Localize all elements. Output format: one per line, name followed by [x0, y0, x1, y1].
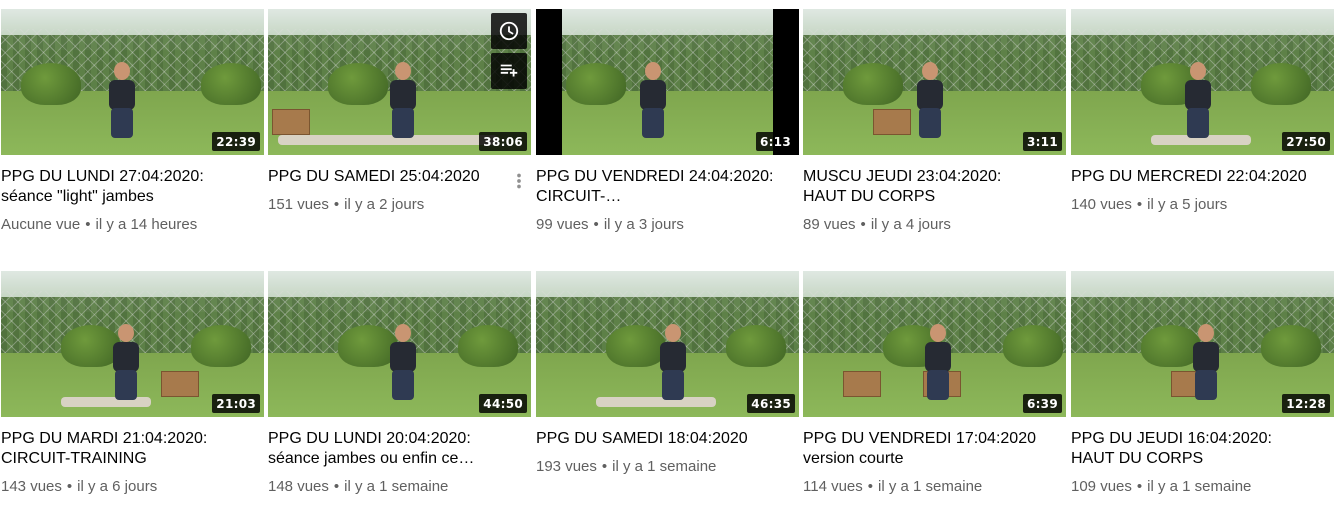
video-title[interactable]: PPG DU LUNDI 27:04:2020: séance "light" …	[1, 167, 264, 207]
video-metadata: 89 vues • il y a 4 jours	[803, 215, 1066, 235]
video-thumbnail[interactable]: 21:03	[1, 271, 264, 417]
video-duration: 22:39	[212, 132, 260, 151]
video-metadata: 114 vues • il y a 1 semaine	[803, 477, 1066, 497]
separator-dot: •	[333, 196, 340, 213]
video-title[interactable]: PPG DU SAMEDI 18:04:2020	[536, 429, 799, 449]
separator-dot: •	[867, 478, 874, 495]
view-count: 99 vues	[536, 216, 589, 233]
video-card[interactable]: 12:28 PPG DU JEUDI 16:04:2020: HAUT DU CO…	[1071, 271, 1334, 497]
more-vert-icon	[517, 173, 521, 189]
view-count: 89 vues	[803, 216, 856, 233]
video-thumbnail[interactable]: 6:13	[536, 9, 799, 155]
upload-age: il y a 2 jours	[344, 196, 425, 213]
view-count: 148 vues	[268, 478, 329, 495]
upload-age: il y a 3 jours	[603, 216, 684, 233]
video-thumbnail[interactable]: 46:35	[536, 271, 799, 417]
video-card[interactable]: 6:39 PPG DU VENDREDI 17:04:2020 version c…	[803, 271, 1066, 497]
watch-later-button[interactable]	[491, 13, 527, 49]
video-thumbnail[interactable]: 38:06	[268, 9, 531, 155]
video-thumbnail[interactable]: 12:28	[1071, 271, 1334, 417]
video-duration: 6:39	[1022, 394, 1062, 413]
video-title[interactable]: PPG DU VENDREDI 17:04:2020 version court…	[803, 429, 1066, 469]
video-thumbnail[interactable]: 6:39	[803, 271, 1066, 417]
video-card[interactable]: 44:50 PPG DU LUNDI 20:04:2020: séance jam…	[268, 271, 531, 497]
upload-age: il y a 14 heures	[95, 216, 198, 233]
action-menu-button[interactable]	[507, 167, 531, 195]
separator-dot: •	[593, 216, 599, 233]
video-metadata: 140 vues • il y a 5 jours	[1071, 195, 1334, 215]
video-duration: 12:28	[1282, 394, 1330, 413]
separator-dot: •	[860, 216, 866, 233]
video-title[interactable]: PPG DU LUNDI 20:04:2020: séance jambes o…	[268, 429, 531, 469]
video-duration: 27:50	[1282, 132, 1330, 151]
video-title[interactable]: PPG DU VENDREDI 24:04:2020: CIRCUIT-…	[536, 167, 799, 207]
video-duration: 3:11	[1022, 132, 1062, 151]
separator-dot: •	[66, 478, 73, 495]
upload-age: il y a 1 semaine	[1147, 478, 1252, 495]
video-duration: 46:35	[747, 394, 795, 413]
video-duration: 44:50	[479, 394, 527, 413]
video-thumbnail[interactable]: 3:11	[803, 9, 1066, 155]
separator-dot: •	[601, 458, 608, 475]
upload-age: il y a 5 jours	[1147, 196, 1228, 213]
video-metadata: 151 vues • il y a 2 jours	[268, 195, 531, 215]
video-card[interactable]: 22:39 PPG DU LUNDI 27:04:2020: séance "li…	[1, 9, 264, 235]
video-thumbnail[interactable]: 27:50	[1071, 9, 1334, 155]
video-metadata: Aucune vue • il y a 14 heures	[1, 215, 264, 235]
video-card[interactable]: 21:03 PPG DU MARDI 21:04:2020: CIRCUIT-TR…	[1, 271, 264, 497]
separator-dot: •	[85, 216, 91, 233]
video-title[interactable]: PPG DU JEUDI 16:04:2020: HAUT DU CORPS	[1071, 429, 1334, 469]
upload-age: il y a 1 semaine	[878, 478, 983, 495]
view-count: 109 vues	[1071, 478, 1132, 495]
video-grid: 22:39 PPG DU LUNDI 27:04:2020: séance "li…	[0, 0, 1336, 529]
view-count: 193 vues	[536, 458, 597, 475]
video-metadata: 193 vues • il y a 1 semaine	[536, 457, 799, 477]
clock-icon	[499, 21, 519, 41]
video-metadata: 99 vues • il y a 3 jours	[536, 215, 799, 235]
upload-age: il y a 4 jours	[870, 216, 951, 233]
upload-age: il y a 1 semaine	[612, 458, 717, 475]
add-to-queue-icon	[500, 64, 518, 77]
video-metadata: 148 vues • il y a 1 semaine	[268, 477, 531, 497]
video-thumbnail[interactable]: 22:39	[1, 9, 264, 155]
video-card[interactable]: 3:11 MUSCU JEUDI 23:04:2020: HAUT DU CORP…	[803, 9, 1066, 235]
upload-age: il y a 1 semaine	[344, 478, 449, 495]
video-title[interactable]: PPG DU SAMEDI 25:04:2020	[268, 167, 531, 187]
view-count: Aucune vue	[1, 216, 81, 233]
video-metadata: 143 vues • il y a 6 jours	[1, 477, 264, 497]
upload-age: il y a 6 jours	[77, 478, 158, 495]
video-card[interactable]: 27:50 PPG DU MERCREDI 22:04:2020 140 vues •…	[1071, 9, 1334, 215]
separator-dot: •	[1136, 196, 1143, 213]
view-count: 143 vues	[1, 478, 62, 495]
separator-dot: •	[333, 478, 340, 495]
video-thumbnail[interactable]: 44:50	[268, 271, 531, 417]
view-count: 140 vues	[1071, 196, 1132, 213]
video-title[interactable]: MUSCU JEUDI 23:04:2020: HAUT DU CORPS	[803, 167, 1066, 207]
video-card[interactable]: 38:06 PPG DU SAMEDI 25:04:2020 151 vues • il…	[268, 9, 531, 215]
video-duration: 6:13	[755, 132, 795, 151]
separator-dot: •	[1136, 478, 1143, 495]
video-metadata: 109 vues • il y a 1 semaine	[1071, 477, 1334, 497]
add-to-queue-button[interactable]	[491, 53, 527, 89]
video-duration: 38:06	[479, 132, 527, 151]
video-duration: 21:03	[212, 394, 260, 413]
video-title[interactable]: PPG DU MARDI 21:04:2020: CIRCUIT-TRAININ…	[1, 429, 264, 469]
video-card[interactable]: 46:35 PPG DU SAMEDI 18:04:2020 193 vues • il…	[536, 271, 799, 477]
video-card[interactable]: 6:13 PPG DU VENDREDI 24:04:2020: CIRCUIT-…	[536, 9, 799, 235]
view-count: 114 vues	[803, 478, 863, 495]
view-count: 151 vues	[268, 196, 329, 213]
video-title[interactable]: PPG DU MERCREDI 22:04:2020	[1071, 167, 1334, 187]
